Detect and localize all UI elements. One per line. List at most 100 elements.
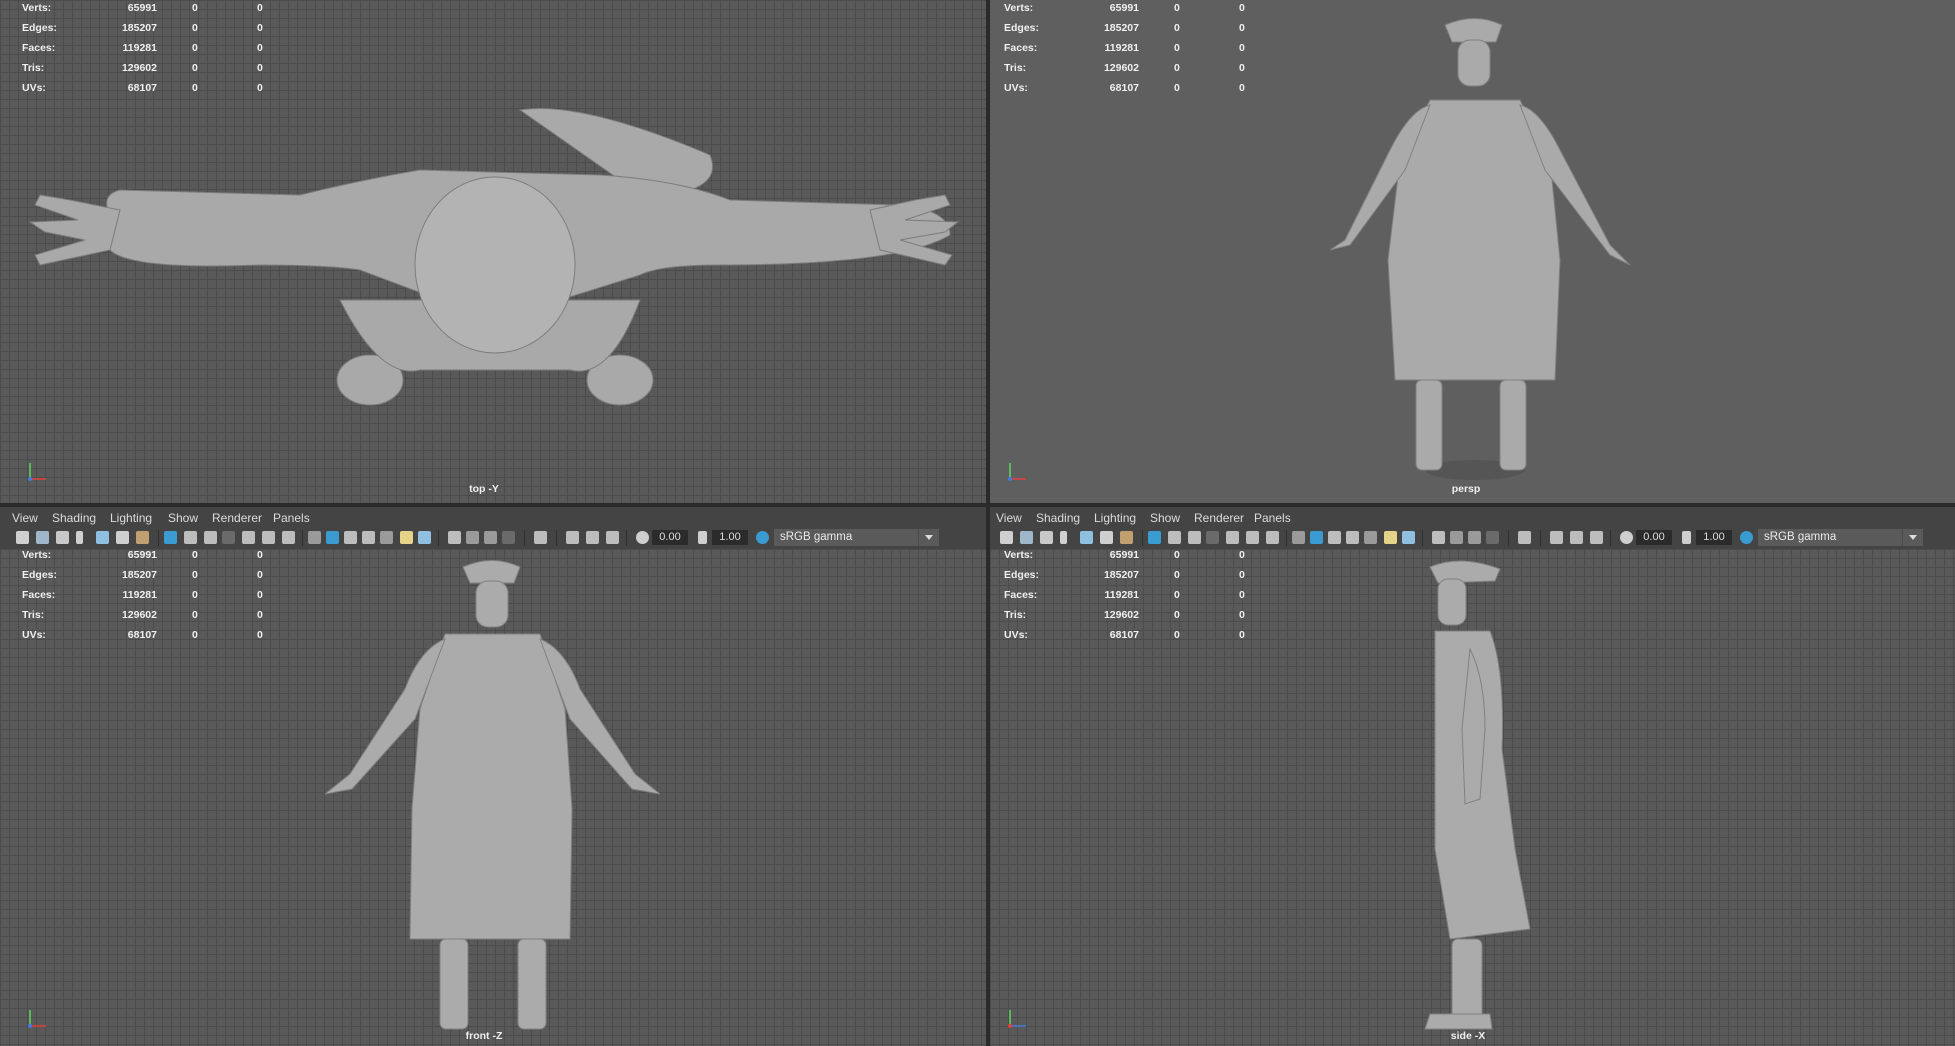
- textured-icon[interactable]: [1346, 531, 1359, 544]
- xray-components-icon[interactable]: [1590, 531, 1603, 544]
- menu-shading[interactable]: Shading: [1036, 511, 1080, 525]
- panel-toolbar-side: 0.00 1.00 sRGB gamma: [990, 527, 1955, 549]
- color-management-icon[interactable]: [756, 531, 769, 544]
- light-icon[interactable]: [400, 531, 413, 544]
- image-plane-icon[interactable]: [96, 531, 109, 544]
- grease-pencil-icon[interactable]: [136, 531, 149, 544]
- menu-renderer[interactable]: Renderer: [212, 511, 262, 525]
- viewport-label-top: top -Y: [469, 483, 499, 495]
- safe-action-icon[interactable]: [262, 531, 275, 544]
- model-front-view[interactable]: [0, 549, 986, 1046]
- smooth-shade-icon[interactable]: [1310, 531, 1323, 544]
- model-persp-view[interactable]: [990, 0, 1955, 503]
- grid-icon[interactable]: [1148, 531, 1161, 544]
- gamma-field[interactable]: 1.00: [1696, 530, 1732, 545]
- wireframe-on-shaded-icon[interactable]: [344, 531, 357, 544]
- menu-lighting[interactable]: Lighting: [110, 511, 152, 525]
- isolate-icon[interactable]: [534, 531, 547, 544]
- shadow-icon[interactable]: [418, 531, 431, 544]
- film-gate-icon[interactable]: [1168, 531, 1181, 544]
- gate-mask-icon[interactable]: [1206, 531, 1219, 544]
- gamma-icon[interactable]: [698, 531, 707, 544]
- gate-mask-icon[interactable]: [222, 531, 235, 544]
- xray-icon[interactable]: [566, 531, 579, 544]
- textured-icon[interactable]: [362, 531, 375, 544]
- depth-of-field-icon[interactable]: [502, 531, 515, 544]
- exposure-icon[interactable]: [636, 531, 649, 544]
- ambient-occlusion-icon[interactable]: [448, 531, 461, 544]
- bookmark-icon[interactable]: [1060, 531, 1067, 544]
- checker-icon[interactable]: [380, 531, 393, 544]
- viewport-top[interactable]: Verts: 65991 0 0 Edges: 185207 0 0 Faces: 11928…: [0, 0, 986, 503]
- pan-zoom-icon[interactable]: [116, 531, 129, 544]
- image-plane-icon[interactable]: [1080, 531, 1093, 544]
- anti-aliasing-icon[interactable]: [1468, 531, 1481, 544]
- viewport-persp[interactable]: Verts: 65991 0 0 Edges: 185207 0 0 Faces: 11928…: [990, 0, 1955, 503]
- xray-joints-icon[interactable]: [1570, 531, 1583, 544]
- viewport-side[interactable]: Verts: 65991 0 0 Edges: 185207 0 0 Faces: 11928…: [990, 549, 1955, 1046]
- menu-show[interactable]: Show: [1150, 511, 1180, 525]
- gamma-icon[interactable]: [1682, 531, 1691, 544]
- viewport-label-front: front -Z: [465, 1030, 503, 1042]
- film-icon[interactable]: [1020, 531, 1033, 544]
- xray-components-icon[interactable]: [606, 531, 619, 544]
- color-space-select[interactable]: sRGB gamma: [1758, 529, 1902, 546]
- camera-lock-icon[interactable]: [1040, 531, 1053, 544]
- xray-joints-icon[interactable]: [586, 531, 599, 544]
- isolate-icon[interactable]: [1518, 531, 1531, 544]
- grid-icon[interactable]: [164, 531, 177, 544]
- color-management-icon[interactable]: [1740, 531, 1753, 544]
- menu-shading[interactable]: Shading: [52, 511, 96, 525]
- exposure-field[interactable]: 0.00: [1636, 530, 1672, 545]
- camera-icon[interactable]: [1000, 531, 1013, 544]
- camera-icon[interactable]: [16, 531, 29, 544]
- menu-panels[interactable]: Panels: [273, 511, 310, 525]
- menu-view[interactable]: View: [12, 511, 38, 525]
- film-icon[interactable]: [36, 531, 49, 544]
- ambient-occlusion-icon[interactable]: [1432, 531, 1445, 544]
- grease-pencil-icon[interactable]: [1120, 531, 1133, 544]
- bookmark-icon[interactable]: [76, 531, 83, 544]
- motion-blur-icon[interactable]: [1450, 531, 1463, 544]
- wireframe-on-shaded-icon[interactable]: [1328, 531, 1341, 544]
- menu-panels[interactable]: Panels: [1254, 511, 1291, 525]
- smooth-shade-icon[interactable]: [326, 531, 339, 544]
- axis-gizmo-front: [28, 1010, 46, 1028]
- film-gate-icon[interactable]: [184, 531, 197, 544]
- axis-gizmo-side: [1008, 1010, 1026, 1028]
- depth-of-field-icon[interactable]: [1486, 531, 1499, 544]
- pan-zoom-icon[interactable]: [1100, 531, 1113, 544]
- viewport-front[interactable]: Verts: 65991 0 0 Edges: 185207 0 0 Faces: 11928…: [0, 549, 986, 1046]
- axis-gizmo-top: [28, 463, 46, 481]
- motion-blur-icon[interactable]: [466, 531, 479, 544]
- menu-renderer[interactable]: Renderer: [1194, 511, 1244, 525]
- safe-title-icon[interactable]: [282, 531, 295, 544]
- wireframe-icon[interactable]: [308, 531, 321, 544]
- safe-title-icon[interactable]: [1266, 531, 1279, 544]
- shadow-icon[interactable]: [1402, 531, 1415, 544]
- camera-lock-icon[interactable]: [56, 531, 69, 544]
- light-icon[interactable]: [1384, 531, 1397, 544]
- menu-lighting[interactable]: Lighting: [1094, 511, 1136, 525]
- field-chart-icon[interactable]: [1226, 531, 1239, 544]
- color-space-select[interactable]: sRGB gamma: [774, 529, 918, 546]
- xray-icon[interactable]: [1550, 531, 1563, 544]
- wireframe-icon[interactable]: [1292, 531, 1305, 544]
- exposure-field[interactable]: 0.00: [652, 530, 688, 545]
- resolution-gate-icon[interactable]: [204, 531, 217, 544]
- checker-icon[interactable]: [1364, 531, 1377, 544]
- exposure-icon[interactable]: [1620, 531, 1633, 544]
- panel-menubar-front: View Shading Lighting Show Renderer Pane…: [0, 507, 986, 529]
- menu-view[interactable]: View: [996, 511, 1022, 525]
- anti-aliasing-icon[interactable]: [484, 531, 497, 544]
- resolution-gate-icon[interactable]: [1188, 531, 1201, 544]
- chevron-down-icon[interactable]: [1902, 529, 1923, 546]
- model-side-view[interactable]: [990, 549, 1955, 1046]
- field-chart-icon[interactable]: [242, 531, 255, 544]
- model-top-view[interactable]: [0, 0, 986, 503]
- panel-toolbar-front: 0.00 1.00 sRGB gamma: [0, 527, 986, 549]
- chevron-down-icon[interactable]: [918, 529, 939, 546]
- safe-action-icon[interactable]: [1246, 531, 1259, 544]
- menu-show[interactable]: Show: [168, 511, 198, 525]
- gamma-field[interactable]: 1.00: [712, 530, 748, 545]
